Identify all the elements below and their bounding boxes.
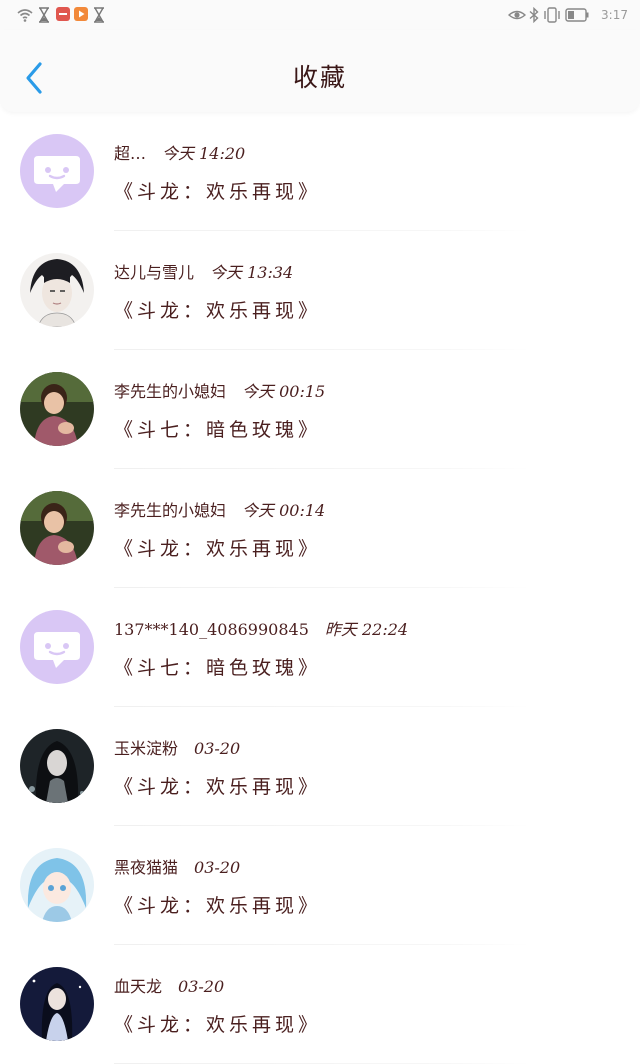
hourglass-icon: [39, 7, 49, 23]
work-title: 《斗七：暗色玫瑰》: [114, 419, 322, 441]
girl-photo-avatar: [20, 372, 94, 446]
page-title: 收藏: [292, 63, 347, 92]
item-time: 03-20: [194, 739, 241, 758]
item-time: 今天 14:20: [162, 144, 246, 163]
list-item[interactable]: 李先生的小媳妇 今天 00:15 《斗七：暗色玫瑰》: [0, 350, 640, 469]
work-title: 《斗龙：欢乐再现》: [114, 300, 322, 322]
list-item[interactable]: 达儿与雪儿 今天 13:34 《斗龙：欢乐再现》: [0, 231, 640, 350]
app-red-icon: [56, 7, 70, 21]
user-name: 玉米淀粉: [114, 739, 179, 758]
user-name: 李先生的小媳妇: [114, 501, 227, 520]
item-meta: 玉米淀粉 03-20: [114, 737, 240, 761]
work-title: 《斗龙：欢乐再现》: [114, 181, 322, 203]
night-anime-avatar: [20, 967, 94, 1041]
item-meta: 黑夜猫猫 03-20: [114, 856, 240, 880]
item-meta: 超… 今天 14:20: [114, 142, 245, 166]
item-meta: 达儿与雪儿 今天 13:34: [114, 261, 293, 285]
list-item[interactable]: 137***140_4086990845 昨天 22:24 《斗七：暗色玫瑰》: [0, 588, 640, 707]
item-time: 03-20: [178, 977, 225, 996]
status-bar-right: 3:17: [508, 7, 628, 23]
hourglass-icon: [94, 7, 104, 23]
dark-anime-avatar: [20, 729, 94, 803]
blue-anime-avatar: [20, 848, 94, 922]
user-name: 达儿与雪儿: [114, 263, 195, 282]
wifi-icon: [17, 9, 33, 22]
header: 收藏: [0, 30, 640, 112]
user-name: 137***140_4086990845: [114, 620, 309, 639]
list-item[interactable]: 超… 今天 14:20 《斗龙：欢乐再现》: [0, 112, 640, 231]
item-meta: 137***140_4086990845 昨天 22:24: [114, 618, 408, 642]
girl-photo-avatar: [20, 491, 94, 565]
user-name: 黑夜猫猫: [114, 858, 179, 877]
user-name: 超…: [114, 144, 147, 163]
item-time: 03-20: [194, 858, 241, 877]
item-time: 今天 00:14: [242, 501, 326, 520]
list-item[interactable]: 玉米淀粉 03-20 《斗龙：欢乐再现》: [0, 707, 640, 826]
eye-icon: [508, 10, 526, 20]
chat-bubble-avatar: [20, 134, 94, 208]
item-time: 今天 13:34: [210, 263, 294, 282]
list-item[interactable]: 黑夜猫猫 03-20 《斗龙：欢乐再现》: [0, 826, 640, 945]
vibrate-icon: [544, 7, 560, 23]
battery-icon: [565, 8, 589, 22]
item-meta: 李先生的小媳妇 今天 00:14: [114, 499, 325, 523]
work-title: 《斗龙：欢乐再现》: [114, 895, 322, 917]
user-name: 血天龙: [114, 977, 163, 996]
work-title: 《斗龙：欢乐再现》: [114, 538, 322, 560]
item-time: 今天 00:15: [242, 382, 326, 401]
item-time: 昨天 22:24: [324, 620, 409, 639]
user-name: 李先生的小媳妇: [114, 382, 227, 401]
bluetooth-icon: [529, 7, 539, 23]
chat-bubble-avatar: [20, 610, 94, 684]
work-title: 《斗龙：欢乐再现》: [114, 1014, 322, 1036]
list-item[interactable]: 李先生的小媳妇 今天 00:14 《斗龙：欢乐再现》: [0, 469, 640, 588]
favorites-list: 超… 今天 14:20 《斗龙：欢乐再现》 达儿与雪儿 今天 13:34 《斗龙：欢…: [0, 112, 640, 1064]
sketch-boy-avatar: [20, 253, 94, 327]
status-bar: 3:17: [0, 0, 640, 30]
video-play-icon: [74, 7, 88, 21]
work-title: 《斗龙：欢乐再现》: [114, 776, 322, 798]
status-time: 3:17: [601, 8, 628, 22]
item-meta: 血天龙 03-20: [114, 975, 224, 999]
work-title: 《斗七：暗色玫瑰》: [114, 657, 322, 679]
item-meta: 李先生的小媳妇 今天 00:15: [114, 380, 325, 404]
list-item[interactable]: 血天龙 03-20 《斗龙：欢乐再现》: [0, 945, 640, 1064]
